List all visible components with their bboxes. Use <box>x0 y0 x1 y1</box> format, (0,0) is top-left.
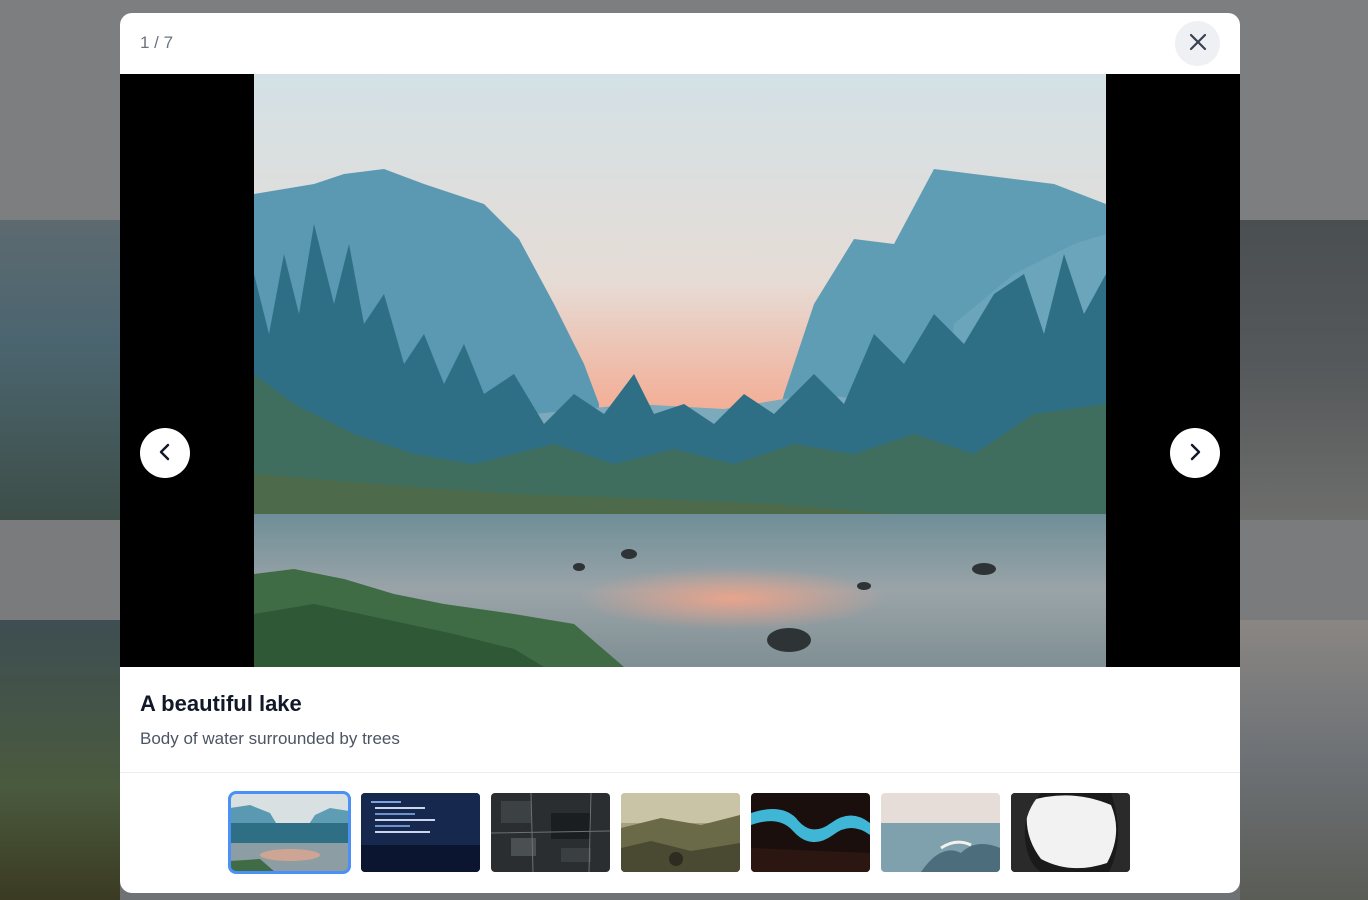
thumbnail-hills[interactable] <box>621 793 740 872</box>
thumbnail-strip <box>120 773 1240 893</box>
close-button[interactable] <box>1175 21 1220 66</box>
slide-description: Body of water surrounded by trees <box>140 729 400 748</box>
thumbnail-lake[interactable] <box>228 791 351 874</box>
prev-slide-button[interactable] <box>140 428 190 478</box>
chevron-right-icon <box>1188 443 1202 464</box>
thumbnail-abstract[interactable] <box>1011 793 1130 872</box>
backdrop-region <box>1240 220 1368 520</box>
slide-title: A beautiful lake <box>140 691 302 716</box>
thumbnail-code[interactable] <box>361 793 480 872</box>
thumbnail-circuit[interactable] <box>491 793 610 872</box>
backdrop-region <box>1240 620 1368 900</box>
close-icon <box>1189 33 1207 54</box>
chevron-left-icon <box>158 443 172 464</box>
thumbnail-river[interactable] <box>751 793 870 872</box>
main-image <box>254 74 1106 667</box>
slide-counter: 1 / 7 <box>140 33 174 52</box>
thumbnail-ocean[interactable] <box>881 793 1000 872</box>
backdrop-region <box>0 620 120 900</box>
lightbox-header: 1 / 7 <box>120 13 1240 74</box>
lightbox-modal: 1 / 7 A beautiful lake Body of water sur… <box>120 13 1240 893</box>
next-slide-button[interactable] <box>1170 428 1220 478</box>
slide-caption: A beautiful lake Body of water surrounde… <box>120 667 1240 773</box>
image-stage <box>120 74 1240 667</box>
backdrop-region <box>0 220 120 520</box>
